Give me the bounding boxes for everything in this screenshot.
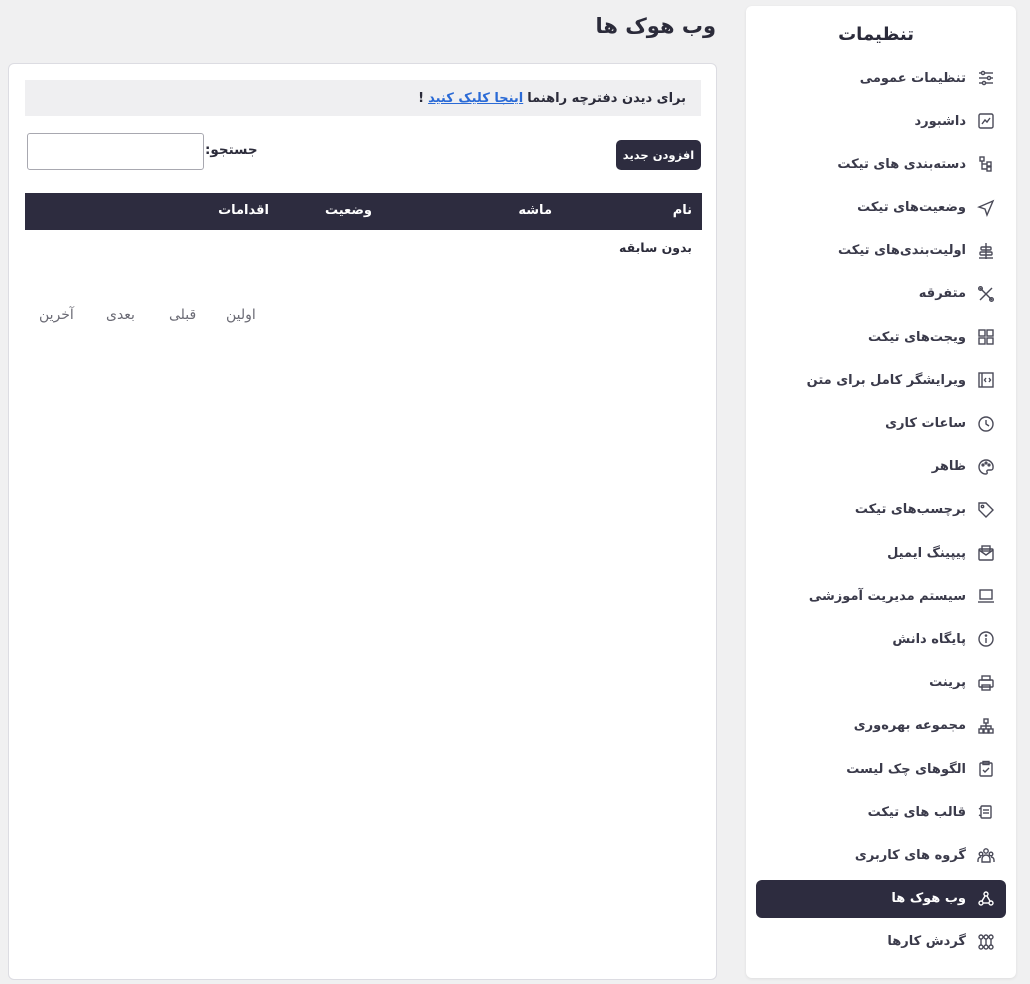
sidebar-item-label: الگوهای چک لیست (846, 761, 966, 777)
empty-table-message: بدون سابقه (619, 240, 692, 255)
sidebar-item-productivity-suite[interactable]: مجموعه بهره‌وری (756, 707, 1006, 745)
page-title: وب هوک ها (595, 14, 716, 38)
sidebar-item-label: ظاهر (931, 459, 966, 475)
clock-icon (976, 414, 996, 434)
notice-suffix: ! (418, 90, 425, 106)
info-icon (976, 629, 996, 649)
pagination-next[interactable]: بعدی (106, 307, 135, 323)
sidebar-item-ticket-widgets[interactable]: ویجت‌های تیکت (756, 318, 1006, 356)
sidebar-item-appearance[interactable]: ظاهر (756, 448, 1006, 486)
sidebar-item-label: اولیت‌بندی‌های تیکت (838, 243, 966, 259)
sidebar-item-label: قالب های تیکت (867, 804, 966, 820)
sidebar-item-working-hours[interactable]: ساعات کاری (756, 405, 1006, 443)
sidebar-item-label: ویرایشگر کامل برای متن (806, 372, 966, 388)
sidebar-item-workflows[interactable]: گردش کارها (756, 923, 1006, 961)
email-envelope-icon (976, 543, 996, 563)
help-link[interactable]: اینجا کلیک کنید (428, 91, 523, 106)
workflow-icon (976, 932, 996, 952)
sidebar-item-label: تنظیمات عمومی (859, 70, 966, 86)
column-header-name[interactable]: نام (673, 203, 692, 218)
search-label: جستجو: (205, 142, 258, 158)
sidebar-item-label: وضعیت‌های تیکت (857, 200, 966, 216)
user-group-icon (976, 845, 996, 865)
help-notice: برای دیدن دفترچه راهنما اینجا کلیک کنید … (25, 80, 701, 116)
sidebar-item-rich-text-editor[interactable]: ویرایشگر کامل برای متن (756, 361, 1006, 399)
widgets-grid-icon (976, 327, 996, 347)
sidebar-item-label: متفرقه (918, 286, 966, 302)
sidebar-item-label: وب هوک ها (891, 891, 966, 907)
sidebar-item-label: سیستم مدیریت آموزشی (808, 588, 966, 604)
table-header: نام ماشه وضعیت اقدامات (25, 193, 702, 230)
webhooks-card: برای دیدن دفترچه راهنما اینجا کلیک کنید … (8, 63, 717, 980)
sidebar-item-label: پیپینگ ایمیل (887, 545, 966, 561)
tools-icon (976, 284, 996, 304)
tag-icon (976, 500, 996, 520)
column-header-actions: اقدامات (218, 203, 269, 218)
webhook-icon (976, 889, 996, 909)
sidebar-item-user-groups[interactable]: گروه های کاربری (756, 836, 1006, 874)
sidebar-item-ticket-priorities[interactable]: اولیت‌بندی‌های تیکت (756, 232, 1006, 270)
column-header-trigger[interactable]: ماشه (518, 203, 552, 218)
sidebar-item-label: پرینت (929, 675, 966, 691)
priority-stack-icon (976, 241, 996, 261)
code-editor-icon (976, 370, 996, 390)
sidebar-nav: تنظیمات عمومی داشبورد دسته‌بندی های تیکت… (756, 59, 1006, 966)
sidebar-item-lms[interactable]: سیستم مدیریت آموزشی (756, 577, 1006, 615)
pagination-previous[interactable]: قبلی (169, 307, 196, 323)
sidebar-item-knowledge-base[interactable]: پایگاه دانش (756, 620, 1006, 658)
laptop-icon (976, 586, 996, 606)
hierarchy-icon (976, 716, 996, 736)
sidebar-item-print[interactable]: پرینت (756, 664, 1006, 702)
sidebar-item-checklist-templates[interactable]: الگوهای چک لیست (756, 750, 1006, 788)
sidebar-item-label: ویجت‌های تیکت (868, 329, 966, 345)
send-arrow-icon (976, 198, 996, 218)
sidebar-item-label: ساعات کاری (885, 416, 966, 431)
notice-text: برای دیدن دفترچه راهنما (527, 90, 686, 106)
search-input[interactable] (27, 133, 204, 170)
ticket-template-icon (976, 802, 996, 822)
sidebar-item-ticket-categories[interactable]: دسته‌بندی های تیکت (756, 145, 1006, 183)
dashboard-chart-icon (976, 111, 996, 131)
pagination-last[interactable]: آخرین (39, 307, 74, 323)
sidebar-item-misc[interactable]: متفرقه (756, 275, 1006, 313)
sidebar-item-ticket-templates[interactable]: قالب های تیکت (756, 793, 1006, 831)
sidebar-item-dashboard[interactable]: داشبورد (756, 102, 1006, 140)
sliders-icon (976, 68, 996, 88)
sidebar-item-email-piping[interactable]: پیپینگ ایمیل (756, 534, 1006, 572)
sidebar-item-label: برچسب‌های تیکت (854, 502, 966, 518)
sidebar-item-general-settings[interactable]: تنظیمات عمومی (756, 59, 1006, 97)
sidebar-item-label: گروه های کاربری (854, 847, 966, 863)
sidebar-item-label: داشبورد (914, 113, 966, 129)
sidebar-item-webhooks[interactable]: وب هوک ها (756, 879, 1006, 918)
column-header-status[interactable]: وضعیت (325, 203, 372, 218)
sidebar-title: تنظیمات (838, 24, 914, 45)
sidebar-item-ticket-statuses[interactable]: وضعیت‌های تیکت (756, 189, 1006, 227)
add-new-button[interactable]: افزودن جدید (616, 140, 701, 170)
sidebar-item-label: گردش کارها (887, 934, 966, 950)
sidebar-item-ticket-tags[interactable]: برچسب‌های تیکت (756, 491, 1006, 529)
printer-icon (976, 673, 996, 693)
sidebar-item-label: پایگاه دانش (892, 631, 966, 647)
category-tree-icon (976, 154, 996, 174)
sidebar-item-label: مجموعه بهره‌وری (853, 718, 966, 734)
settings-sidebar: تنظیمات تنظیمات عمومی داشبورد دسته‌بندی … (746, 6, 1016, 978)
pagination-first[interactable]: اولین (226, 307, 256, 323)
sidebar-item-label: دسته‌بندی های تیکت (837, 156, 966, 172)
clipboard-check-icon (976, 759, 996, 779)
palette-icon (976, 457, 996, 477)
